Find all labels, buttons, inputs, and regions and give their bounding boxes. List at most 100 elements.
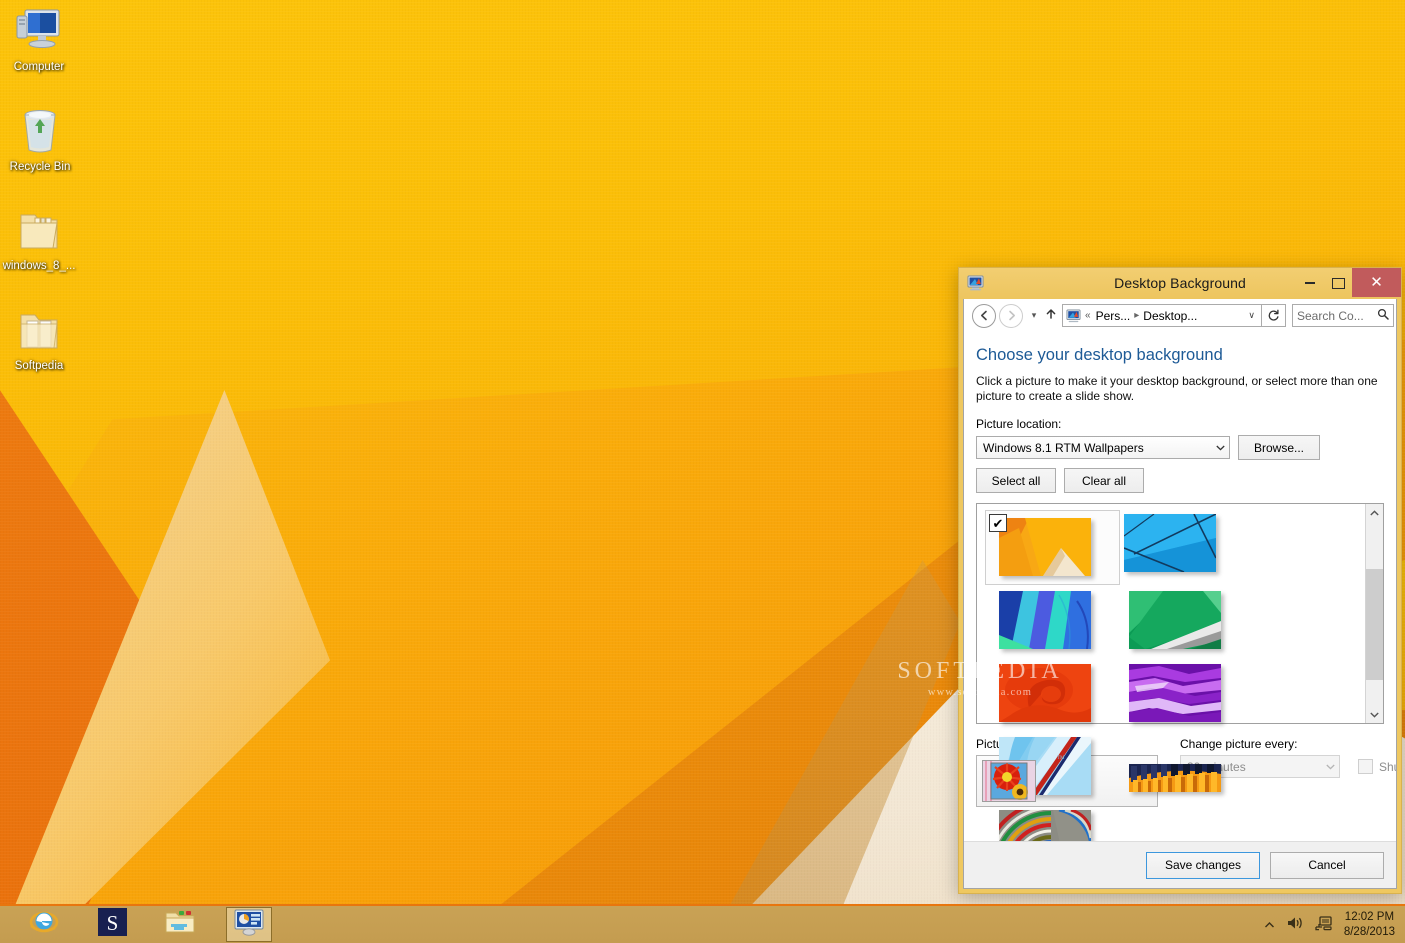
browse-button[interactable]: Browse...: [1238, 435, 1320, 460]
desktop-icon-windows-8[interactable]: windows_8_...: [0, 205, 84, 273]
chevron-down-icon: [1208, 443, 1225, 453]
chevron-down-icon: [1326, 762, 1335, 772]
computer-icon: [0, 6, 84, 58]
desktop-icon-label: Computer: [13, 61, 65, 73]
search-icon: [1377, 308, 1389, 323]
selection-buttons-row: Select all Clear all: [976, 468, 1384, 493]
thumbnail-image-balloon-blue: [999, 591, 1091, 649]
picture-location-label: Picture location:: [976, 417, 1062, 431]
file-explorer-icon: [164, 909, 196, 941]
desktop-background-window[interactable]: Desktop Background ✕ ▾ « Pers... ▸ Deskt…: [958, 267, 1402, 894]
wallpaper-thumbnail-pane[interactable]: ✔ TM: [976, 503, 1384, 841]
shuffle-checkbox[interactable]: [1358, 759, 1373, 774]
address-bar[interactable]: « Pers... ▸ Desktop... ∨: [1062, 304, 1262, 327]
svg-text:TM: TM: [1057, 756, 1065, 761]
scroll-down-button[interactable]: [1366, 706, 1383, 723]
close-button[interactable]: ✕: [1352, 268, 1401, 297]
thumbnail-image-harmony-orange: [999, 518, 1091, 576]
thumbnail-scrollbar[interactable]: [1365, 504, 1383, 723]
refresh-button[interactable]: [1262, 304, 1286, 327]
svg-text:S: S: [106, 911, 118, 935]
browse-label: Browse...: [1253, 440, 1304, 455]
volume-icon[interactable]: [1286, 915, 1304, 934]
picture-location-select[interactable]: Windows 8.1 RTM Wallpapers: [976, 436, 1230, 459]
shuffle-checkbox-row[interactable]: Shuffle: [1358, 759, 1396, 774]
minimize-button[interactable]: [1296, 269, 1324, 297]
recent-locations-icon[interactable]: ▾: [1026, 310, 1042, 321]
close-icon: ✕: [1370, 274, 1383, 291]
breadcrumb-separator-icon: ▸: [1134, 310, 1140, 321]
taskbar-clock[interactable]: 12:02 PM 8/28/2013: [1344, 910, 1395, 940]
taskbar-item-softpedia[interactable]: S: [90, 908, 134, 941]
folder-icon: [0, 205, 84, 257]
thumbnail-image-blue-lines: [1124, 514, 1216, 572]
select-all-label: Select all: [991, 473, 1041, 488]
thumbnail-image-rainbow-arc: [999, 810, 1091, 841]
recycle-bin-icon: [0, 106, 85, 158]
address-overflow-icon[interactable]: «: [1085, 310, 1091, 321]
up-button[interactable]: [1042, 308, 1060, 323]
scrollbar-thumb[interactable]: [1366, 569, 1383, 681]
picture-position-preview: [982, 760, 1036, 802]
page-title: Choose your desktop background: [976, 346, 1223, 364]
wallpaper-thumbnail[interactable]: [991, 806, 1118, 841]
desktop-icon-recycle-bin[interactable]: Recycle Bin: [0, 106, 85, 174]
thumbnail-image-building-amber: [1129, 764, 1221, 792]
softpedia-icon: S: [97, 908, 127, 941]
cancel-label: Cancel: [1308, 858, 1346, 872]
desktop-icon-label: Softpedia: [14, 360, 64, 372]
breadcrumb-desktop-background[interactable]: Desktop...: [1143, 309, 1197, 323]
dialog-footer: Save changes Cancel: [964, 841, 1396, 888]
wallpaper-thumbnail[interactable]: [1116, 510, 1243, 581]
wallpaper-thumbnail[interactable]: [991, 587, 1118, 658]
system-tray: 12:02 PM 8/28/2013: [1264, 910, 1405, 940]
show-hidden-icons-button[interactable]: [1264, 917, 1275, 932]
thumbnail-checkbox[interactable]: ✔: [989, 514, 1007, 532]
cancel-button[interactable]: Cancel: [1270, 851, 1384, 879]
chevron-down-icon[interactable]: ∨: [1245, 310, 1258, 321]
select-all-button[interactable]: Select all: [976, 468, 1056, 493]
thumbnail-image-red-swirl: [999, 664, 1091, 722]
folder-icon: [0, 305, 84, 357]
window-body: ▾ « Pers... ▸ Desktop... ∨ Search Co... …: [963, 299, 1397, 889]
maximize-button[interactable]: [1324, 269, 1352, 297]
back-button[interactable]: [972, 303, 996, 328]
desktop-icon-computer[interactable]: Computer: [0, 6, 84, 74]
wallpaper-thumbnail[interactable]: ✔: [985, 510, 1120, 585]
navigation-bar: ▾ « Pers... ▸ Desktop... ∨ Search Co...: [964, 299, 1396, 332]
window-title-bar[interactable]: Desktop Background ✕: [959, 268, 1401, 299]
taskbar-item-file-explorer[interactable]: [158, 908, 202, 941]
desktop-icon-label: windows_8_...: [2, 260, 76, 272]
forward-button[interactable]: [999, 303, 1023, 328]
wallpaper-thumbnail[interactable]: [1121, 660, 1248, 731]
page-description: Click a picture to make it your desktop …: [976, 374, 1378, 403]
personalization-icon: [1066, 308, 1081, 323]
internet-explorer-icon: [29, 908, 59, 941]
clock-time: 12:02 PM: [1344, 910, 1395, 923]
save-changes-button[interactable]: Save changes: [1146, 851, 1260, 879]
personalization-icon: [233, 908, 265, 941]
scroll-up-button[interactable]: [1366, 504, 1383, 521]
taskbar-item-internet-explorer[interactable]: [22, 908, 66, 941]
breadcrumb-personalization[interactable]: Pers...: [1096, 309, 1131, 323]
thumbnail-image-green-fold: [1129, 591, 1221, 649]
wallpaper-grid: ✔ TM: [977, 504, 1365, 841]
scrollbar-track[interactable]: [1366, 521, 1383, 706]
taskbar[interactable]: S 12:02 PM 8/28/2013: [0, 904, 1405, 943]
save-changes-label: Save changes: [1164, 858, 1242, 872]
wallpaper-thumbnail[interactable]: [1121, 587, 1248, 658]
clock-date: 8/28/2013: [1343, 925, 1395, 938]
window-controls: ✕: [1296, 268, 1401, 299]
desktop-icon-softpedia[interactable]: Softpedia: [0, 305, 84, 373]
picture-location-row: Windows 8.1 RTM Wallpapers Browse...: [976, 435, 1384, 460]
clear-all-button[interactable]: Clear all: [1064, 468, 1144, 493]
desktop-icon-label: Recycle Bin: [9, 161, 71, 173]
wallpaper-thumbnail[interactable]: [1121, 733, 1248, 804]
thumbnail-image-purple-waves: [1129, 664, 1221, 722]
clear-all-label: Clear all: [1081, 473, 1126, 488]
taskbar-item-personalization[interactable]: [226, 907, 272, 942]
network-icon[interactable]: [1315, 915, 1333, 934]
window-content: Choose your desktop background Click a p…: [964, 332, 1396, 841]
search-input[interactable]: Search Co...: [1292, 304, 1394, 327]
wallpaper-thumbnail[interactable]: [991, 660, 1118, 731]
